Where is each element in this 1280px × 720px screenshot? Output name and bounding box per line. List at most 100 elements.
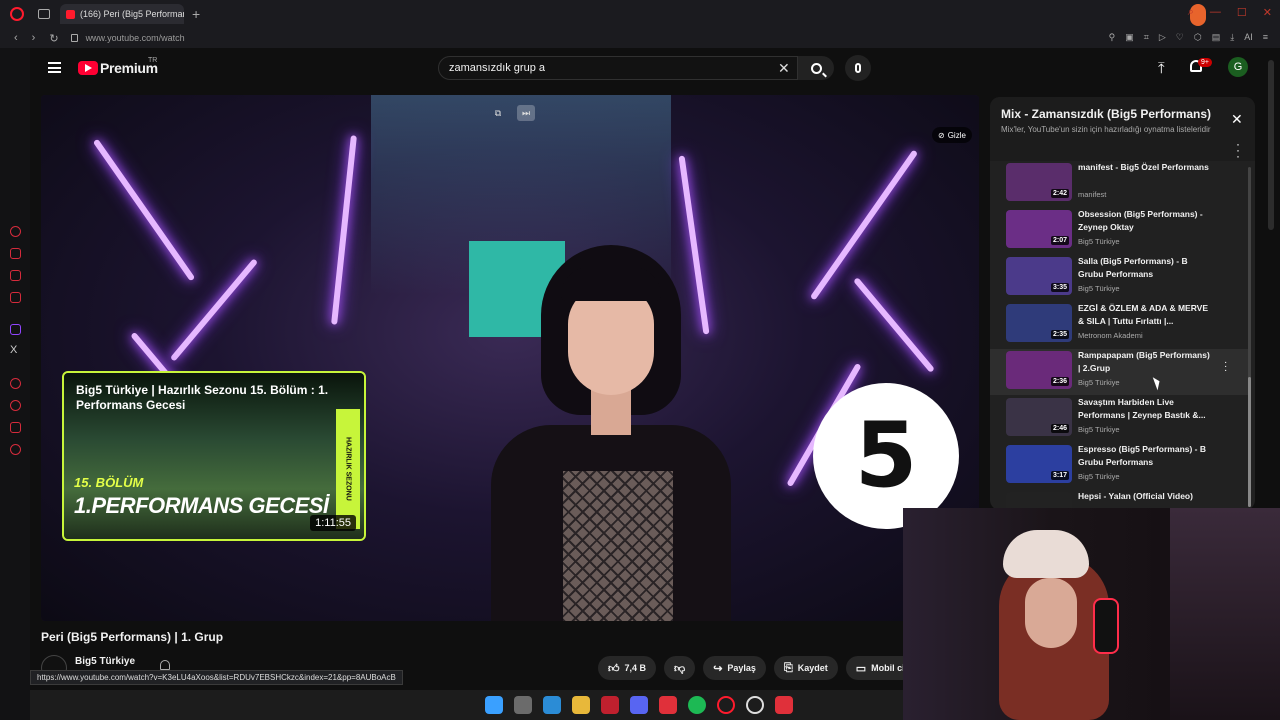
wallet-icon[interactable]: ▤ (1212, 32, 1221, 43)
clear-search-icon[interactable]: ✕ (778, 60, 790, 77)
playlist-item-title[interactable]: Rampapapam (Big5 Performans) | 2.Grup (1078, 349, 1214, 375)
account-avatar[interactable]: G (1228, 57, 1248, 77)
browser-tab-active[interactable]: (166) Peri (Big5 Performans) × (60, 4, 184, 24)
playlist-item[interactable]: 2:46 Savaştım Harbiden Live Performans | … (990, 396, 1248, 442)
skip-next-icon[interactable]: ⏭ (517, 105, 535, 121)
opera-logo-icon[interactable] (10, 7, 24, 21)
guide-menu-icon[interactable] (48, 62, 61, 73)
ai-button[interactable]: AI (1244, 32, 1253, 43)
sidebar-messenger-icon[interactable] (10, 270, 21, 281)
playlist-more-icon[interactable]: · · · (1236, 138, 1240, 162)
back-icon[interactable]: ‹ (14, 32, 18, 44)
sidebar-settings-icon[interactable] (10, 444, 21, 455)
file-explorer-icon[interactable] (572, 696, 590, 714)
playlist-item-title[interactable]: EZGİ & ÖZLEM & ADA & MERVE & SILA | Tutt… (1078, 302, 1214, 328)
playlist-thumbnail[interactable]: 2:46 (1006, 398, 1072, 436)
playlist-thumbnail[interactable]: 2:42 (1006, 163, 1072, 201)
forward-icon[interactable]: › (32, 32, 36, 44)
playlist-item[interactable]: 2:36 Rampapapam (Big5 Performans) | 2.Gru… (990, 349, 1248, 395)
playlist-item-channel: Big5 Türkiye (1078, 425, 1120, 434)
close-playlist-icon[interactable]: ✕ (1231, 111, 1243, 128)
menu-icon[interactable]: ≡ (1263, 32, 1268, 43)
save-button[interactable]: ⎘ Kaydet (773, 656, 838, 680)
sidebar-bag-icon[interactable] (10, 248, 21, 259)
tab-overview-icon[interactable] (38, 9, 50, 19)
extensions-icon[interactable]: ⬡ (1194, 32, 1202, 43)
playlist-thumbnail[interactable]: 3:35 (1006, 257, 1072, 295)
video-player[interactable]: 5 ⧉ ⏭ ⊘ Gizle Big5 Türkiye | Hazırlık Se… (41, 95, 979, 621)
discord-icon[interactable] (630, 696, 648, 714)
crop-icon[interactable]: ⌗ (1144, 32, 1149, 43)
playlist-thumbnail[interactable]: 2:35 (1006, 304, 1072, 342)
sidebar-player-icon[interactable] (10, 378, 21, 389)
app-media-icon[interactable] (659, 696, 677, 714)
search-icon (810, 62, 822, 74)
start-icon[interactable] (485, 696, 503, 714)
snapshot-icon[interactable]: ▣ (1125, 32, 1134, 43)
video-actions: 👍︎ 7,4 B 👎︎ ↪ Paylaş ⎘ Kaydet ▭ Mobil ci… (598, 656, 921, 680)
playlist-title[interactable]: Mix - Zamansızdık (Big5 Performans) (1001, 107, 1226, 121)
like-button[interactable]: 👍︎ 7,4 B (598, 656, 657, 680)
playlist-item[interactable]: Hepsi - Yalan (Official Video)Poll Produ… (990, 490, 1248, 510)
playlist-item[interactable]: 2:35 EZGİ & ÖZLEM & ADA & MERVE & SILA | … (990, 302, 1248, 348)
download-icon[interactable]: ⤓ (1230, 32, 1234, 43)
playlist-item-title[interactable]: manifest - Big5 Özel Performans (1078, 161, 1214, 174)
search-input[interactable]: zamansızdık grup a (438, 56, 798, 80)
subscribe-bell-icon[interactable] (160, 660, 170, 670)
playlist-thumbnail[interactable]: 3:17 (1006, 445, 1072, 483)
obs-icon[interactable] (746, 696, 764, 714)
playlist-item[interactable]: 3:35 Salla (Big5 Performans) - B Grubu Pe… (990, 255, 1248, 301)
channel-name[interactable]: Big5 Türkiye (75, 656, 135, 667)
heart-icon[interactable]: ♡ (1176, 32, 1184, 43)
endscreen-card[interactable]: Big5 Türkiye | Hazırlık Sezonu 15. Bölüm… (62, 371, 366, 541)
page-scrollbar[interactable] (1268, 60, 1274, 230)
playlist-item[interactable]: 2:42 manifest - Big5 Özel Performans manif… (990, 161, 1248, 207)
miniplayer-icon[interactable]: ⧉ (489, 105, 507, 121)
app-red-icon[interactable] (601, 696, 619, 714)
playlist-item-title[interactable]: Espresso (Big5 Performans) - B Grubu Per… (1078, 443, 1214, 469)
playlist-thumbnail[interactable]: 2:36 (1006, 351, 1072, 389)
maximize-icon[interactable]: ☐ (1237, 6, 1247, 19)
share-icon: ↪ (713, 662, 723, 675)
playlist-scrollbar-thumb[interactable] (1248, 377, 1251, 507)
sidebar-aria-icon[interactable] (10, 226, 21, 237)
youtube-logo-icon[interactable] (78, 61, 98, 75)
performer-face (568, 285, 654, 395)
pin-icon[interactable]: ⚲ (1109, 32, 1116, 43)
sidebar-x-icon[interactable]: X (10, 344, 17, 356)
close-window-icon[interactable]: ✕ (1263, 6, 1272, 19)
url-field[interactable]: www.youtube.com/watch (86, 33, 185, 43)
sidebar-twitch-icon[interactable] (10, 324, 21, 335)
sidebar-news-icon[interactable] (10, 292, 21, 303)
play-icon[interactable]: ▷ (1159, 32, 1166, 43)
player-top-controls: ⧉ ⏭ (489, 105, 535, 121)
spotify-icon[interactable] (688, 696, 706, 714)
dislike-button[interactable]: 👎︎ (664, 656, 696, 680)
playlist-item[interactable]: 2:07 Obsession (Big5 Performans) - Zeynep… (990, 208, 1248, 254)
new-tab-button[interactable]: + (192, 6, 200, 22)
playlist-thumbnail[interactable]: 2:07 (1006, 210, 1072, 248)
playlist-item-title[interactable]: Hepsi - Yalan (Official Video) (1078, 490, 1214, 503)
app-stream-icon[interactable] (775, 696, 793, 714)
settings-app-icon[interactable] (543, 696, 561, 714)
opera-taskbar-icon[interactable] (717, 696, 735, 714)
search-tabs-icon[interactable]: ⌕ (1188, 6, 1194, 19)
create-upload-icon[interactable]: ⤒ (1158, 60, 1165, 77)
sidebar-history-icon[interactable] (10, 400, 21, 411)
playlist-item[interactable]: 3:17 Espresso (Big5 Performans) - B Grubu… (990, 443, 1248, 489)
playlist-item-duration: 3:35 (1050, 283, 1069, 292)
playlist-item-title[interactable]: Savaştım Harbiden Live Performans | Zeyn… (1078, 396, 1214, 422)
minimize-icon[interactable]: — (1210, 6, 1221, 19)
playlist-item-title[interactable]: Salla (Big5 Performans) - B Grubu Perfor… (1078, 255, 1214, 281)
hide-button[interactable]: ⊘ Gizle (932, 127, 972, 143)
playlist-item-title[interactable]: Obsession (Big5 Performans) - Zeynep Okt… (1078, 208, 1214, 234)
sidebar-extensions-icon[interactable] (10, 422, 21, 433)
search-button[interactable] (798, 56, 834, 80)
reload-icon[interactable]: ↻ (49, 32, 58, 45)
share-button[interactable]: ↪ Paylaş (703, 656, 766, 680)
item-more-icon[interactable]: · · · (1224, 358, 1227, 376)
webcam-room-light (1170, 508, 1280, 720)
performer-dress (563, 471, 673, 621)
task-view-icon[interactable] (514, 696, 532, 714)
voice-search-button[interactable] (845, 55, 871, 81)
